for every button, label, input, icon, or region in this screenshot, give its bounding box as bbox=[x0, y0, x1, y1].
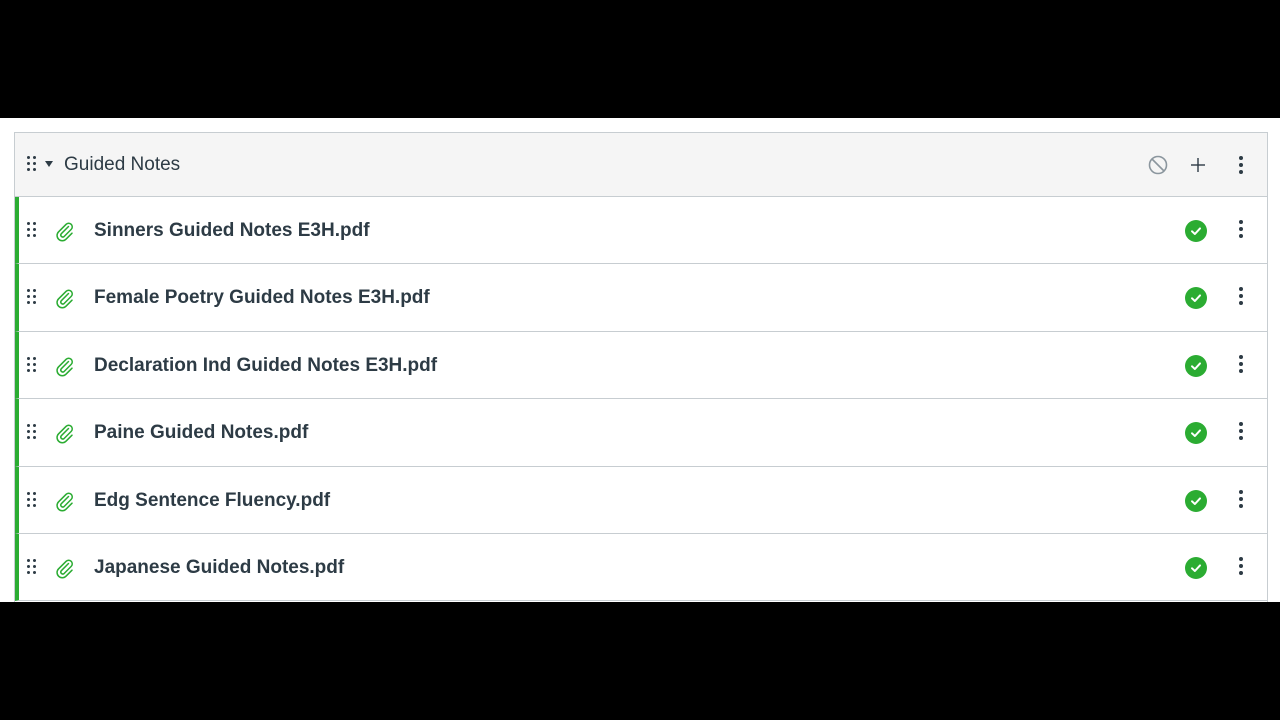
paperclip-icon bbox=[53, 287, 75, 309]
module-item-row[interactable]: Sinners Guided Notes E3H.pdf bbox=[15, 197, 1267, 265]
published-check-icon[interactable] bbox=[1185, 422, 1207, 445]
unpublished-icon[interactable] bbox=[1146, 153, 1170, 177]
module-item-row[interactable]: Declaration Ind Guided Notes E3H.pdf bbox=[15, 331, 1267, 400]
module-item-title[interactable]: Paine Guided Notes.pdf bbox=[94, 421, 308, 445]
drag-handle-icon[interactable] bbox=[27, 424, 36, 440]
item-more-icon[interactable] bbox=[1233, 419, 1249, 443]
module-header[interactable]: Guided Notes bbox=[15, 133, 1267, 197]
published-check-icon[interactable] bbox=[1185, 354, 1207, 377]
paperclip-icon bbox=[53, 490, 75, 512]
drag-handle-icon[interactable] bbox=[27, 289, 36, 305]
drag-handle-icon[interactable] bbox=[27, 558, 36, 574]
screen: Guided Notes Sinners Guided Notes E3H.pd… bbox=[0, 118, 1280, 602]
module-item-title[interactable]: Edg Sentence Fluency.pdf bbox=[94, 489, 330, 513]
published-check-icon[interactable] bbox=[1185, 220, 1207, 242]
published-check-icon[interactable] bbox=[1185, 556, 1207, 579]
module-item-title[interactable]: Japanese Guided Notes.pdf bbox=[94, 556, 344, 580]
module-item-title[interactable]: Declaration Ind Guided Notes E3H.pdf bbox=[94, 354, 437, 378]
drag-handle-icon[interactable] bbox=[27, 491, 36, 507]
collapse-caret-icon[interactable] bbox=[45, 161, 53, 167]
module-items-list: Sinners Guided Notes E3H.pdf Female Poet… bbox=[15, 197, 1267, 602]
item-more-icon[interactable] bbox=[1233, 352, 1249, 376]
module-item-row[interactable]: Japanese Guided Notes.pdf bbox=[15, 533, 1267, 602]
paperclip-icon bbox=[53, 422, 75, 444]
module-item-title[interactable]: Sinners Guided Notes E3H.pdf bbox=[94, 219, 370, 243]
module-container: Guided Notes Sinners Guided Notes E3H.pd… bbox=[14, 132, 1268, 602]
item-more-icon[interactable] bbox=[1233, 554, 1249, 578]
item-more-icon[interactable] bbox=[1233, 284, 1249, 308]
module-title: Guided Notes bbox=[64, 154, 181, 175]
item-more-icon[interactable] bbox=[1233, 217, 1249, 241]
published-check-icon[interactable] bbox=[1185, 287, 1207, 310]
add-icon[interactable] bbox=[1186, 153, 1210, 177]
module-item-row[interactable]: Edg Sentence Fluency.pdf bbox=[15, 466, 1267, 534]
paperclip-icon bbox=[53, 355, 75, 377]
more-icon[interactable] bbox=[1229, 153, 1253, 177]
module-item-row[interactable]: Female Poetry Guided Notes E3H.pdf bbox=[15, 264, 1267, 332]
module-item-row[interactable]: Paine Guided Notes.pdf bbox=[15, 399, 1267, 467]
drag-handle-icon[interactable] bbox=[27, 156, 36, 171]
module-item-title[interactable]: Female Poetry Guided Notes E3H.pdf bbox=[94, 286, 430, 310]
paperclip-icon bbox=[53, 557, 75, 579]
drag-handle-icon[interactable] bbox=[27, 222, 36, 237]
published-check-icon[interactable] bbox=[1185, 489, 1207, 512]
drag-handle-icon[interactable] bbox=[27, 356, 36, 372]
paperclip-icon bbox=[53, 220, 75, 242]
item-more-icon[interactable] bbox=[1233, 487, 1249, 511]
